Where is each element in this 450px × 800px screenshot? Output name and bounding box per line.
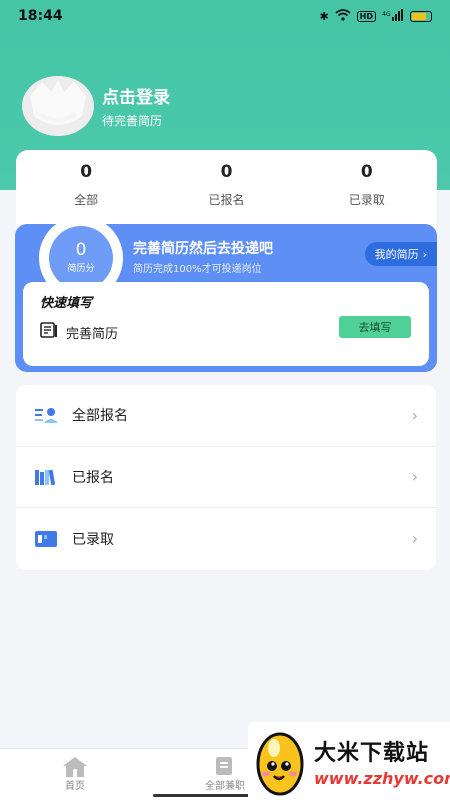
- resume-score-label: 简历分: [67, 264, 95, 274]
- chevron-right-icon: ›: [411, 467, 418, 487]
- quick-fill-title: 快速填写: [40, 296, 93, 311]
- hd-badge: HD: [356, 10, 376, 22]
- stat-count: 0: [360, 162, 373, 182]
- resume-title: 完善简历然后去投递吧: [133, 241, 273, 257]
- menu-item-hired[interactable]: 已录取 ›: [16, 508, 436, 570]
- menu-label: 全部报名: [72, 408, 128, 425]
- svg-text:4G: 4G: [382, 11, 391, 18]
- chevron-right-icon: ›: [422, 247, 427, 261]
- menu-label: 已录取: [72, 531, 114, 548]
- stat-count: 0: [80, 162, 93, 182]
- menu-label: 已报名: [72, 469, 114, 486]
- stat-label: 已录取: [348, 193, 385, 207]
- watermark-title: 大米下载站: [314, 740, 430, 766]
- resume-card: 0 简历分 完善简历然后去投递吧 简历完成100%才可投递岗位 我的简历 › 快…: [15, 216, 437, 372]
- stat-count: 0: [220, 162, 233, 182]
- watermark-url: www.zzhyw.com: [314, 768, 450, 788]
- document-icon: [40, 322, 58, 342]
- profile-section[interactable]: 点击登录 待完善简历: [22, 76, 170, 136]
- fill-in-button[interactable]: 去填写: [339, 316, 411, 338]
- status-bar: 18:44 ✱ HD 4G: [0, 0, 450, 32]
- status-time: 18:44: [18, 8, 63, 24]
- chevron-right-icon: ›: [411, 529, 418, 549]
- my-resume-button[interactable]: 我的简历 ›: [364, 242, 437, 266]
- watermark: 大米下载站 www.zzhyw.com: [248, 722, 450, 800]
- resume-score: 0: [75, 240, 87, 260]
- resume-subtitle: 简历完成100%才可投递岗位: [133, 264, 262, 275]
- status-icons: ✱ HD 4G: [319, 8, 432, 24]
- home-icon: [20, 749, 130, 777]
- tab-home[interactable]: 首页: [20, 749, 130, 792]
- quick-fill-panel: 快速填写 完善简历 去填写: [23, 282, 429, 366]
- battery-icon: [410, 10, 432, 22]
- mascot-logo-icon: [252, 726, 308, 796]
- signal-icon: 4G: [382, 8, 404, 24]
- card-icon: [34, 529, 60, 549]
- wifi-icon: [335, 8, 351, 24]
- avatar[interactable]: [22, 76, 94, 136]
- menu-item-all-applications[interactable]: 全部报名 ›: [16, 385, 436, 447]
- chevron-right-icon: ›: [411, 405, 418, 425]
- bluetooth-icon: ✱: [319, 9, 329, 23]
- menu-card: 全部报名 › 已报名 › 已录取 ›: [16, 385, 436, 570]
- quick-fill-item[interactable]: 完善简历: [40, 322, 118, 342]
- list-user-icon: [34, 405, 60, 425]
- quick-fill-label: 完善简历: [66, 326, 119, 342]
- books-icon: [34, 467, 60, 487]
- login-link[interactable]: 点击登录: [102, 83, 170, 108]
- my-resume-label: 我的简历: [374, 248, 419, 261]
- stat-label: 全部: [74, 193, 99, 207]
- tab-home-label: 首页: [65, 781, 85, 792]
- menu-item-applied[interactable]: 已报名 ›: [16, 447, 436, 509]
- stat-label: 已报名: [208, 193, 245, 207]
- profile-subtitle: 待完善简历: [102, 114, 163, 128]
